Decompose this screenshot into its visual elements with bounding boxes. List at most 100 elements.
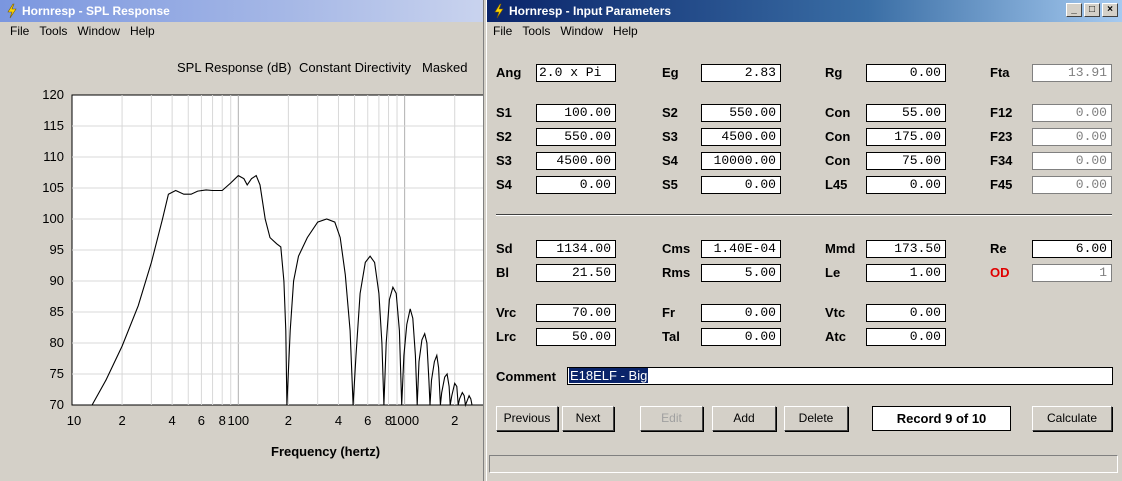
param-field-f45-4-3[interactable]: 0.00: [1032, 176, 1112, 194]
param-label-rg-0-2: Rg: [825, 65, 843, 80]
input-parameters-window: Hornresp - Input Parameters _ □ × File To…: [486, 0, 1122, 481]
param-field-eg-0-1[interactable]: 2.83: [701, 64, 781, 82]
param-label-f23-2-3: F23: [990, 129, 1013, 144]
param-field-cms-5-1[interactable]: 1.40E-04: [701, 240, 781, 258]
input-window-title: Hornresp - Input Parameters: [509, 4, 672, 18]
param-label-od-6-3: OD: [990, 265, 1010, 280]
x-axis-title: Frequency (hertz): [271, 444, 381, 459]
param-label-atc-8-2: Atc: [825, 329, 846, 344]
param-field-con-1-2[interactable]: 55.00: [866, 104, 946, 122]
param-field-od-6-3[interactable]: 1: [1032, 264, 1112, 282]
input-menu-file[interactable]: File: [488, 22, 517, 40]
param-field-s4-4-0[interactable]: 0.00: [536, 176, 616, 194]
param-label-l45-4-2: L45: [825, 177, 848, 192]
param-field-con-3-2[interactable]: 75.00: [866, 152, 946, 170]
y-tick-label: 80: [49, 335, 64, 350]
spl-response-window: Hornresp - SPL Response File Tools Window H…: [0, 0, 484, 481]
param-label-s1-1-0: S1: [496, 105, 512, 120]
param-label-le-6-2: Le: [825, 265, 841, 280]
input-menu-window[interactable]: Window: [555, 22, 608, 40]
x-tick-label: 1000: [390, 413, 420, 428]
comment-label: Comment: [496, 369, 556, 384]
param-label-vrc-7-0: Vrc: [496, 305, 517, 320]
y-tick-label: 115: [43, 118, 64, 133]
param-field-s2-1-1[interactable]: 550.00: [701, 104, 781, 122]
param-field-l45-4-2[interactable]: 0.00: [866, 176, 946, 194]
param-field-ang-0-0[interactable]: 2.0 x Pi: [536, 64, 616, 82]
param-label-eg-0-1: Eg: [662, 65, 679, 80]
param-field-rms-6-1[interactable]: 5.00: [701, 264, 781, 282]
add-button[interactable]: Add: [712, 406, 776, 431]
param-label-s3-2-1: S3: [662, 129, 678, 144]
param-label-s3-3-0: S3: [496, 153, 512, 168]
x-tick-label: 4: [168, 413, 176, 428]
param-label-s2-2-0: S2: [496, 129, 512, 144]
spl-plot[interactable]: [0, 0, 484, 481]
previous-button[interactable]: Previous: [496, 406, 558, 431]
param-field-atc-8-2[interactable]: 0.00: [866, 328, 946, 346]
param-label-sd-5-0: Sd: [496, 241, 513, 256]
param-field-f23-2-3[interactable]: 0.00: [1032, 128, 1112, 146]
param-field-rg-0-2[interactable]: 0.00: [866, 64, 946, 82]
comment-field[interactable]: E18ELF - Big: [567, 367, 1113, 385]
param-label-tal-8-1: Tal: [662, 329, 680, 344]
input-titlebar[interactable]: Hornresp - Input Parameters _ □ ×: [487, 0, 1122, 22]
x-tick-label: 6: [197, 413, 206, 428]
param-field-s2-2-0[interactable]: 550.00: [536, 128, 616, 146]
param-field-mmd-5-2[interactable]: 173.50: [866, 240, 946, 258]
maximize-button[interactable]: □: [1084, 3, 1100, 17]
param-field-fta-0-3[interactable]: 13.91: [1032, 64, 1112, 82]
param-label-f12-1-3: F12: [990, 105, 1013, 120]
param-field-f12-1-3[interactable]: 0.00: [1032, 104, 1112, 122]
y-tick-label: 120: [42, 87, 64, 102]
param-field-s5-4-1[interactable]: 0.00: [701, 176, 781, 194]
param-field-tal-8-1[interactable]: 0.00: [701, 328, 781, 346]
input-menubar: File Tools Window Help: [487, 22, 1122, 40]
hornresp-app-icon: [494, 3, 504, 19]
delete-button[interactable]: Delete: [784, 406, 848, 431]
param-label-s4-4-0: S4: [496, 177, 512, 192]
param-field-vtc-7-2[interactable]: 0.00: [866, 304, 946, 322]
param-label-s2-1-1: S2: [662, 105, 678, 120]
close-icon: ×: [1107, 4, 1113, 15]
calculate-button[interactable]: Calculate: [1032, 406, 1112, 431]
param-label-vtc-7-2: Vtc: [825, 305, 846, 320]
minimize-button[interactable]: _: [1066, 3, 1082, 17]
param-field-f34-3-3[interactable]: 0.00: [1032, 152, 1112, 170]
y-tick-label: 75: [49, 366, 64, 381]
param-field-s3-2-1[interactable]: 4500.00: [701, 128, 781, 146]
param-field-lrc-8-0[interactable]: 50.00: [536, 328, 616, 346]
param-label-s4-3-1: S4: [662, 153, 678, 168]
input-menu-help[interactable]: Help: [608, 22, 643, 40]
x-tick-label: 2: [451, 413, 459, 428]
comment-value: E18ELF - Big: [569, 368, 649, 383]
param-field-fr-7-1[interactable]: 0.00: [701, 304, 781, 322]
close-button[interactable]: ×: [1102, 3, 1118, 17]
param-label-mmd-5-2: Mmd: [825, 241, 856, 256]
param-label-ang-0-0: Ang: [496, 65, 522, 80]
y-tick-label: 70: [49, 397, 64, 412]
param-label-con-3-2: Con: [825, 153, 851, 168]
param-label-f34-3-3: F34: [990, 153, 1013, 168]
param-label-lrc-8-0: Lrc: [496, 329, 517, 344]
param-field-con-2-2[interactable]: 175.00: [866, 128, 946, 146]
param-field-vrc-7-0[interactable]: 70.00: [536, 304, 616, 322]
x-tick-label: 10: [66, 413, 82, 428]
x-tick-label: 8: [218, 413, 226, 428]
param-field-s1-1-0[interactable]: 100.00: [536, 104, 616, 122]
x-tick-label: 2: [284, 413, 292, 428]
x-tick-label: 2: [118, 413, 126, 428]
param-field-s4-3-1[interactable]: 10000.00: [701, 152, 781, 170]
param-field-bl-6-0[interactable]: 21.50: [536, 264, 616, 282]
param-field-re-5-3[interactable]: 6.00: [1032, 240, 1112, 258]
y-tick-label: 90: [49, 273, 64, 288]
param-label-f45-4-3: F45: [990, 177, 1013, 192]
param-label-fr-7-1: Fr: [662, 305, 675, 320]
param-field-sd-5-0[interactable]: 1134.00: [536, 240, 616, 258]
param-field-s3-3-0[interactable]: 4500.00: [536, 152, 616, 170]
y-tick-label: 105: [42, 180, 64, 195]
param-field-le-6-2[interactable]: 1.00: [866, 264, 946, 282]
next-button[interactable]: Next: [562, 406, 614, 431]
edit-button[interactable]: Edit: [640, 406, 703, 431]
input-menu-tools[interactable]: Tools: [517, 22, 555, 40]
